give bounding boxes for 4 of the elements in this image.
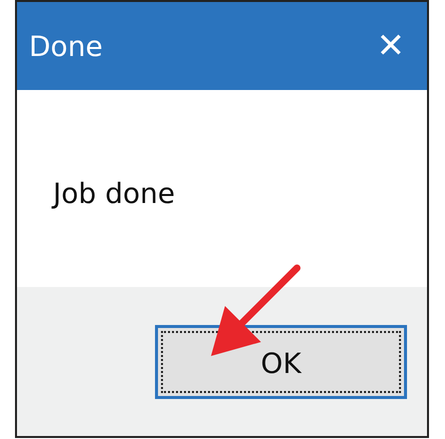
close-button[interactable]: ✕ xyxy=(376,29,413,63)
ok-button[interactable]: OK xyxy=(155,325,407,399)
message-text: Job done xyxy=(53,177,175,210)
window-title: Done xyxy=(29,30,103,62)
